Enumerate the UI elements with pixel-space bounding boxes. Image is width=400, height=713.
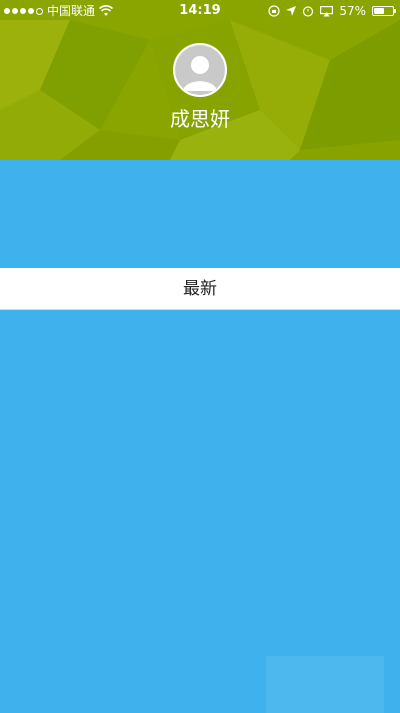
default-user-avatar-icon	[175, 45, 225, 95]
battery-level	[374, 8, 384, 14]
section-title: 最新	[183, 279, 217, 299]
location-icon	[286, 6, 297, 16]
battery-icon	[372, 6, 396, 16]
battery-percent: 57%	[339, 4, 366, 18]
profile-name: 成思妍	[170, 107, 230, 131]
avatar[interactable]	[173, 43, 227, 97]
rotation-lock-icon	[268, 5, 280, 17]
section-header-latest[interactable]: 最新	[0, 268, 400, 310]
watermark-overlay	[266, 656, 384, 713]
status-bar: 中国联通 14:19 57%	[0, 0, 400, 22]
status-right: 57%	[268, 0, 396, 22]
alarm-icon	[303, 6, 314, 17]
profile-header: 中国联通 14:19 57% 成思妍	[0, 0, 400, 160]
airplay-icon	[320, 5, 334, 16]
